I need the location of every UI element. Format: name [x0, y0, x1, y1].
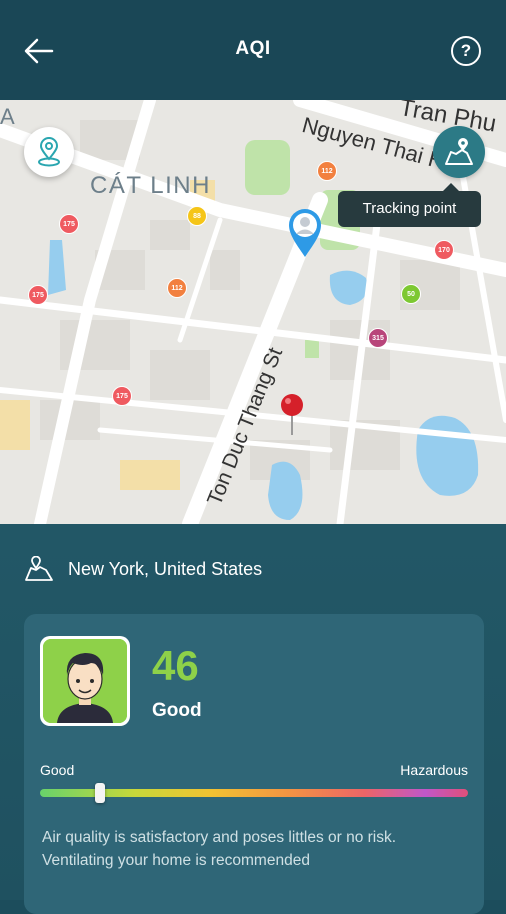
aqi-marker[interactable]: 88	[187, 206, 207, 226]
scale-low-label: Good	[40, 762, 75, 778]
help-button[interactable]: ?	[451, 36, 481, 66]
map-location-icon	[25, 556, 53, 581]
scale-high-label: Hazardous	[400, 762, 468, 778]
aqi-scale-bar	[40, 783, 468, 803]
aqi-marker[interactable]: 175	[112, 386, 132, 406]
aqi-marker[interactable]: 175	[59, 214, 79, 234]
aqi-value: 46	[152, 642, 199, 689]
tracking-point-tooltip: Tracking point	[338, 183, 481, 227]
map-view[interactable]: A Tran Phu Nguyen Thai Hoc CÁT LINH Ton …	[0, 100, 506, 524]
aqi-marker[interactable]: 112	[317, 161, 337, 181]
map-label-district: CÁT LINH	[90, 172, 211, 199]
avatar	[40, 636, 130, 726]
aqi-card: 46 Good Good Hazardous Air quality is sa…	[24, 614, 484, 914]
aqi-marker[interactable]: 170	[434, 240, 454, 260]
location-name: New York, United States	[68, 558, 263, 579]
page-title: AQI	[235, 38, 271, 59]
aqi-marker[interactable]: 50	[401, 284, 421, 304]
face-avatar-icon	[43, 639, 127, 723]
user-location-pin[interactable]	[287, 207, 323, 259]
location-pin-icon	[38, 137, 60, 167]
aqi-marker[interactable]: 315	[368, 328, 388, 348]
aqi-marker[interactable]: 175	[28, 285, 48, 305]
my-location-button[interactable]	[24, 127, 74, 177]
aqi-description: Air quality is satisfactory and poses li…	[42, 829, 397, 869]
question-icon: ?	[460, 41, 472, 60]
app-header: AQI ?	[0, 0, 506, 100]
map-tracking-icon	[445, 138, 473, 165]
aqi-marker[interactable]: 112	[167, 278, 187, 298]
aqi-status: Good	[152, 700, 202, 721]
selected-location-pin[interactable]	[279, 393, 305, 437]
location-row[interactable]: New York, United States	[24, 556, 262, 582]
aqi-scale-thumb[interactable]	[94, 783, 105, 803]
tracking-point-button[interactable]	[433, 126, 485, 178]
map-label-edge: A	[0, 104, 15, 129]
